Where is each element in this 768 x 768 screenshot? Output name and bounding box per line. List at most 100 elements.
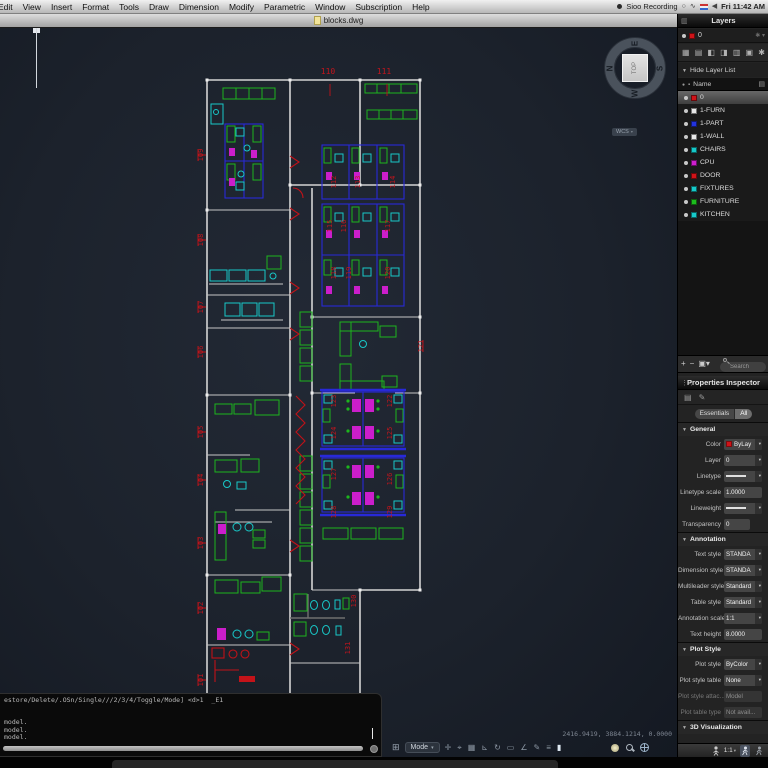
layer-visibility-icon[interactable] <box>684 147 688 152</box>
command-scroll-knob[interactable] <box>370 745 378 753</box>
layer-visibility-icon[interactable] <box>684 95 688 100</box>
layer-isolate-icon[interactable]: ▥ <box>733 48 741 57</box>
annotation-autoscale-icon[interactable] <box>740 744 750 757</box>
menu-item-dimension[interactable]: Dimension <box>174 2 224 12</box>
name-column-header[interactable]: Name <box>693 81 711 88</box>
layer-lock-icon[interactable]: ▣ <box>746 48 754 57</box>
property-value-lineweight[interactable]: ▾ <box>724 502 762 514</box>
sheet-icon[interactable]: ▮ <box>557 743 561 753</box>
layer-row-0[interactable]: 0 <box>678 91 768 104</box>
layer-color-swatch[interactable] <box>691 120 697 127</box>
menu-item-window[interactable]: Window <box>310 2 350 12</box>
visibility-column-icon[interactable] <box>682 81 685 88</box>
layer-new-icon[interactable]: ▦ <box>682 48 690 57</box>
layer-row-fixtures[interactable]: FIXTURES <box>678 182 768 195</box>
annotation-person-icon[interactable] <box>712 745 720 756</box>
add-layer-button[interactable]: + <box>681 360 686 368</box>
menu-item-view[interactable]: View <box>18 2 46 12</box>
properties-panel-header[interactable]: Properties Inspector <box>678 376 768 390</box>
menu-item-modify[interactable]: Modify <box>224 2 259 12</box>
menu-item-subscription[interactable]: Subscription <box>350 2 407 12</box>
menu-item-draw[interactable]: Draw <box>144 2 174 12</box>
layer-merge-icon[interactable]: ◨ <box>720 48 728 57</box>
menu-item-insert[interactable]: Insert <box>46 2 77 12</box>
layer-row-1-wall[interactable]: 1-WALL <box>678 130 768 143</box>
layer-color-swatch[interactable] <box>691 159 697 166</box>
property-value-text-height[interactable]: 8.0000 <box>724 628 762 640</box>
rectangle-icon[interactable]: ▭ <box>507 743 515 753</box>
layer-color-swatch[interactable] <box>691 185 697 192</box>
app-grid-icon[interactable]: ⊞ <box>392 743 400 752</box>
annotation-scale-button[interactable]: 1:1 <box>724 747 736 754</box>
remove-layer-button[interactable]: − <box>690 360 695 368</box>
selection-icon[interactable] <box>684 393 692 402</box>
annotate-icon[interactable]: ✎ <box>534 743 541 753</box>
layer-visibility-icon[interactable] <box>684 173 688 178</box>
property-value-plot-style[interactable]: ByColor ▾ <box>724 658 762 670</box>
view-cube[interactable]: N E S W TOP <box>600 33 670 103</box>
layer-states-icon[interactable]: ◧ <box>707 48 715 57</box>
search-input[interactable] <box>720 362 766 372</box>
layer-color-swatch[interactable] <box>691 198 697 205</box>
globe-icon[interactable] <box>640 743 649 752</box>
section-header-3d-visualization[interactable]: 3D Visualization <box>678 720 768 734</box>
layer-color-swatch[interactable] <box>691 107 697 114</box>
recording-label[interactable]: Sioo Recording <box>626 2 677 11</box>
list-view-button[interactable]: ▣▾ <box>698 360 710 368</box>
tab-all[interactable]: All <box>734 408 753 419</box>
property-value-linetype[interactable]: ▾ <box>724 470 762 482</box>
layer-color-swatch[interactable] <box>691 133 697 140</box>
layers-panel-header[interactable]: Layers <box>678 14 768 28</box>
menu-item-edit[interactable]: Edit <box>0 2 18 12</box>
layer-settings-icon[interactable]: ✱ <box>758 48 765 57</box>
lightbulb-icon[interactable] <box>611 743 619 752</box>
grid-icon[interactable]: ▦ <box>468 743 476 753</box>
property-value-linetype-scale[interactable]: 1.0000 <box>724 486 762 498</box>
annotation-visibility-icon[interactable] <box>754 745 764 757</box>
section-header-general[interactable]: General <box>678 422 768 436</box>
section-header-plot-style[interactable]: Plot Style <box>678 642 768 656</box>
property-value-layer[interactable]: 0 ▾ <box>724 454 762 466</box>
property-value-table-style[interactable]: Standard ▾ <box>724 596 762 608</box>
menu-item-help[interactable]: Help <box>407 2 434 12</box>
command-window[interactable]: estore/Delete/.OSn/Single///2/3/4/Toggle… <box>0 693 382 757</box>
drawing-canvas[interactable]: 110 111 109 108 107 106 105 104 103 102 101 112 113 1… <box>0 28 677 757</box>
current-layer-color-swatch[interactable] <box>689 32 695 39</box>
layer-row-cpu[interactable]: CPU <box>678 156 768 169</box>
record-dot-icon[interactable] <box>617 4 623 9</box>
layer-row-chairs[interactable]: CHAIRS <box>678 143 768 156</box>
layer-color-swatch[interactable] <box>691 211 697 218</box>
command-scrollbar[interactable] <box>3 746 363 751</box>
magnifier-icon[interactable] <box>626 744 633 751</box>
compass-south[interactable]: S <box>656 65 665 73</box>
window-title-bar[interactable]: blocks.dwg <box>0 14 677 28</box>
edit-icon[interactable] <box>699 393 706 402</box>
compass-west[interactable]: W <box>631 90 640 98</box>
wcs-dropdown[interactable]: WCS <box>612 128 637 136</box>
property-value-annotation-scale[interactable]: 1:1 ▾ <box>724 612 762 624</box>
property-value-multileader-style[interactable]: Standard ▾ <box>724 580 762 592</box>
property-value-color[interactable]: ByLay ▾ <box>724 438 762 450</box>
display-icon[interactable]: ○ <box>682 3 686 11</box>
layer-visibility-icon[interactable] <box>684 134 688 139</box>
layer-color-swatch[interactable] <box>691 172 697 179</box>
layer-color-swatch[interactable] <box>691 94 697 101</box>
layer-row-furniture[interactable]: FURNITURE <box>678 195 768 208</box>
polar-tracking-icon[interactable]: ↻ <box>494 743 501 753</box>
menu-item-parametric[interactable]: Parametric <box>259 2 310 12</box>
layer-visibility-icon[interactable] <box>684 199 688 204</box>
tab-essentials[interactable]: Essentials <box>694 408 735 419</box>
print-column-icon[interactable] <box>758 80 765 88</box>
line-list-icon[interactable]: ≡ <box>546 743 551 753</box>
volume-icon[interactable]: ◀ <box>712 3 717 11</box>
view-cube-top-face[interactable]: TOP <box>622 54 648 82</box>
current-layer-row[interactable]: 0 <box>678 29 768 43</box>
layer-row-door[interactable]: DOOR <box>678 169 768 182</box>
property-value-plot-style-table[interactable]: None ▾ <box>724 674 762 686</box>
property-value-transparency[interactable]: 0 <box>724 518 750 530</box>
section-header-annotation[interactable]: Annotation <box>678 532 768 546</box>
menu-item-tools[interactable]: Tools <box>114 2 144 12</box>
layer-row-1-part[interactable]: 1-PART <box>678 117 768 130</box>
compass-east[interactable]: E <box>631 40 640 48</box>
floor-plan[interactable]: 110 111 109 108 107 106 105 104 103 102 101 112 113 1… <box>195 60 440 710</box>
